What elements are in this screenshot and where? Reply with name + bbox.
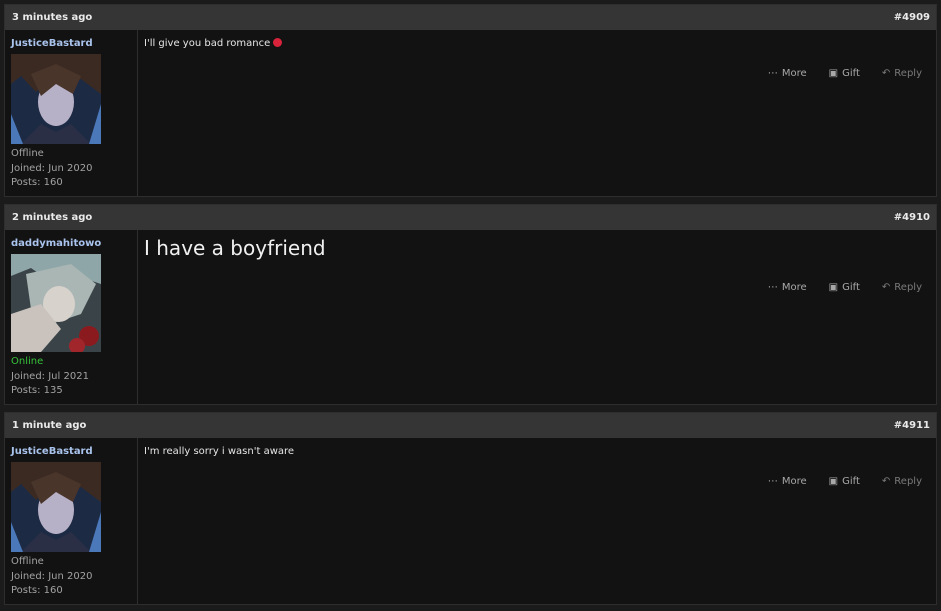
gift-icon: ▣	[828, 475, 839, 487]
post-content: I have a boyfriend ⋯ More ▣ Gift ↶ Reply	[138, 230, 936, 404]
more-button[interactable]: ⋯ More	[768, 68, 807, 79]
gift-icon: ▣	[828, 281, 839, 293]
user-status: Offline	[11, 556, 44, 567]
avatar[interactable]	[11, 462, 101, 552]
reply-button[interactable]: ↶ Reply	[882, 476, 922, 487]
devil-emoji-icon	[273, 38, 283, 47]
reply-button[interactable]: ↶ Reply	[882, 282, 922, 293]
user-info: JusticeBastard Offline Joined: Jun 2020 …	[5, 30, 138, 196]
user-joined: Joined: Jun 2020	[11, 570, 93, 582]
gift-icon: ▣	[828, 67, 839, 79]
post-content: I'm really sorry i wasn't aware ⋯ More ▣ G…	[138, 438, 936, 604]
username-link[interactable]: JusticeBastard	[11, 446, 137, 460]
user-status: Online	[11, 356, 44, 367]
more-button[interactable]: ⋯ More	[768, 282, 807, 293]
post-message: I'll give you bad romance	[144, 38, 930, 49]
post-message: I have a boyfriend	[144, 236, 326, 260]
ellipsis-icon: ⋯	[767, 281, 778, 293]
gift-button[interactable]: ▣ Gift	[829, 282, 860, 293]
post-timestamp[interactable]: 3 minutes ago	[12, 12, 92, 23]
post-4911: 1 minute ago #4911 JusticeBastard Offlin…	[4, 412, 937, 605]
username-link[interactable]: daddymahitowo	[11, 238, 137, 252]
user-joined: Joined: Jun 2020	[11, 162, 93, 174]
post-timestamp[interactable]: 2 minutes ago	[12, 212, 92, 223]
reply-icon: ↶	[881, 67, 891, 79]
ellipsis-icon: ⋯	[767, 67, 778, 79]
user-post-count: Posts: 160	[11, 585, 63, 596]
gift-button[interactable]: ▣ Gift	[829, 68, 860, 79]
user-joined: Joined: Jul 2021	[11, 370, 89, 382]
post-header: 2 minutes ago #4910	[5, 205, 936, 230]
reply-icon: ↶	[881, 475, 891, 487]
post-header: 1 minute ago #4911	[5, 413, 936, 438]
user-status: Offline	[11, 148, 44, 159]
avatar[interactable]	[11, 54, 101, 144]
post-4909: 3 minutes ago #4909 JusticeBastard Offli…	[4, 4, 937, 197]
user-info: daddymahitowo Online Joined: Jul 2021 Po…	[5, 230, 138, 404]
post-number[interactable]: #4911	[894, 420, 930, 431]
reply-icon: ↶	[881, 281, 891, 293]
post-number[interactable]: #4910	[894, 212, 930, 223]
user-post-count: Posts: 135	[11, 385, 63, 396]
post-header: 3 minutes ago #4909	[5, 5, 936, 30]
more-button[interactable]: ⋯ More	[768, 476, 807, 487]
reply-button[interactable]: ↶ Reply	[882, 68, 922, 79]
avatar[interactable]	[11, 254, 101, 352]
post-4910: 2 minutes ago #4910 daddymahitowo Online…	[4, 204, 937, 405]
post-timestamp[interactable]: 1 minute ago	[12, 420, 86, 431]
user-info: JusticeBastard Offline Joined: Jun 2020 …	[5, 438, 138, 604]
username-link[interactable]: JusticeBastard	[11, 38, 137, 52]
user-post-count: Posts: 160	[11, 177, 63, 188]
post-number[interactable]: #4909	[894, 12, 930, 23]
ellipsis-icon: ⋯	[767, 475, 778, 487]
post-content: I'll give you bad romance ⋯ More ▣ Gift ↶ R…	[138, 30, 936, 196]
gift-button[interactable]: ▣ Gift	[829, 476, 860, 487]
post-message: I'm really sorry i wasn't aware	[144, 446, 295, 457]
